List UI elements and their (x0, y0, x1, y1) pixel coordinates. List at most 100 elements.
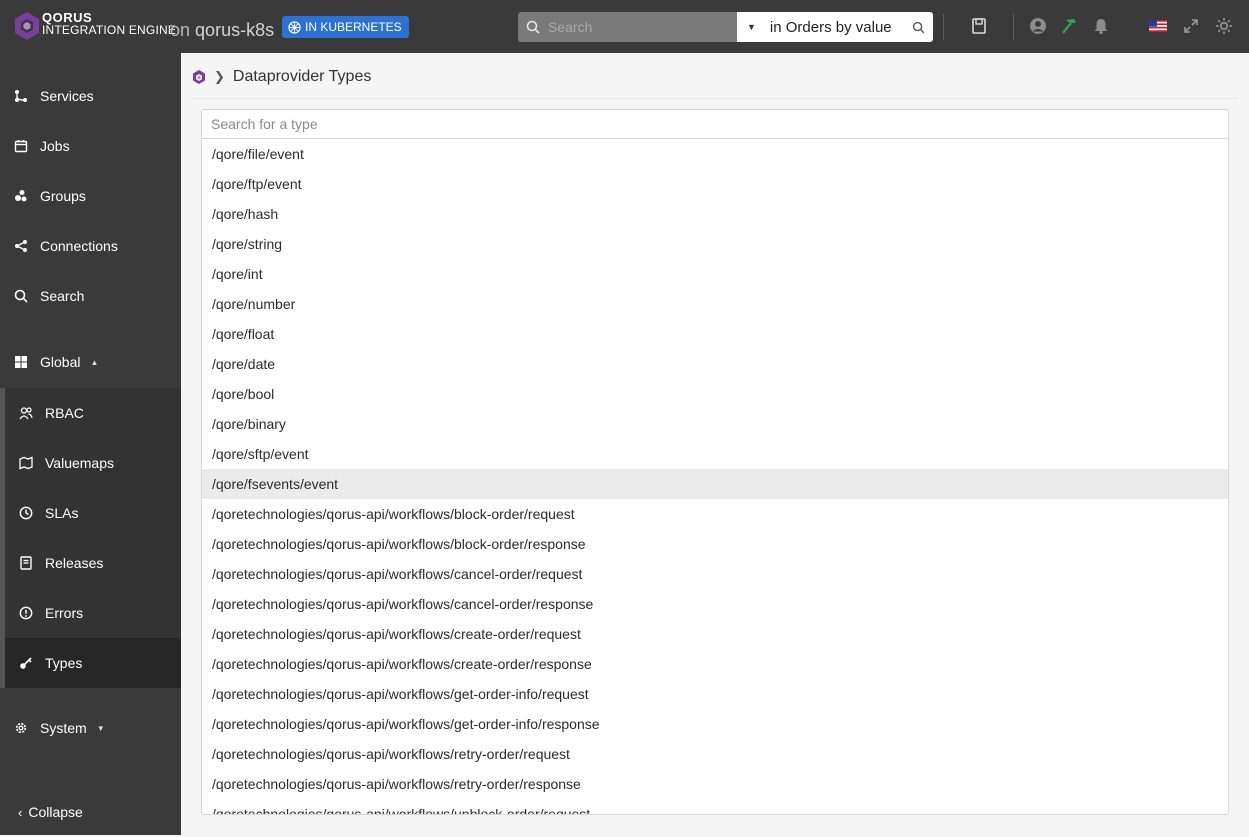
user-icon[interactable] (1029, 17, 1047, 35)
sidebar-item-label: Types (45, 655, 83, 671)
type-list-item[interactable]: /qoretechnologies/qorus-api/workflows/bl… (202, 499, 1228, 529)
book-icon (20, 556, 32, 570)
type-list-item[interactable]: /qore/fsevents/event (202, 469, 1228, 499)
brand[interactable]: QORUS INTEGRATION ENGINE (42, 11, 176, 37)
type-list-item[interactable]: /qore/int (202, 259, 1228, 289)
sidebar-item-label: Services (40, 88, 94, 104)
sidebar: Services Jobs Groups Connections Search (0, 53, 181, 835)
flag-us-icon[interactable] (1149, 17, 1167, 35)
calendar-icon (14, 140, 28, 153)
search-scope-select[interactable]: ▼ in Orders by value (737, 12, 933, 42)
sidebar-item-label: Global (40, 354, 81, 370)
search-input[interactable] (548, 19, 728, 35)
bell-icon[interactable] (1092, 17, 1110, 35)
chevron-right-icon: ❯ (214, 69, 225, 84)
sidebar-item-connections[interactable]: Connections (0, 221, 181, 271)
type-list-item[interactable]: /qoretechnologies/qorus-api/workflows/ge… (202, 679, 1228, 709)
instance-name: qorus-k8s (195, 20, 275, 40)
collapse-label: Collapse (28, 804, 83, 820)
type-list-item[interactable]: /qoretechnologies/qorus-api/workflows/cr… (202, 649, 1228, 679)
main-content: ❯ Dataprovider Types /qore/file/event/qo… (181, 53, 1249, 835)
type-list-item[interactable]: /qoretechnologies/qorus-api/workflows/ge… (202, 709, 1228, 739)
sidebar-item-valuemaps[interactable]: Valuemaps (5, 438, 181, 488)
sidebar-item-label: SLAs (45, 505, 79, 521)
kubernetes-wheel-icon (288, 20, 301, 34)
sidebar-item-services[interactable]: Services (0, 71, 181, 121)
on-label: on (170, 20, 191, 40)
map-icon (19, 456, 33, 470)
type-list-item[interactable]: /qoretechnologies/qorus-api/workflows/re… (202, 739, 1228, 769)
chevron-down-icon: ▼ (747, 22, 756, 32)
toolbar-divider (943, 14, 944, 40)
type-search-input[interactable] (202, 110, 1228, 139)
type-list-item[interactable]: /qore/file/event (202, 139, 1228, 169)
top-bar: QORUS INTEGRATION ENGINE on qorus-k8s IN… (0, 0, 1249, 53)
env-badge-label: IN KUBERNETES (305, 20, 402, 34)
search-icon (526, 20, 540, 34)
people-icon (19, 407, 33, 420)
groups-icon (15, 190, 27, 202)
type-list-item[interactable]: /qoretechnologies/qorus-api/workflows/un… (202, 799, 1228, 814)
dashboard-icon (15, 356, 27, 368)
type-list-item[interactable]: /qore/number (202, 289, 1228, 319)
error-icon (19, 606, 33, 620)
type-list-item[interactable]: /qoretechnologies/qorus-api/workflows/bl… (202, 529, 1228, 559)
type-list-item[interactable]: /qore/bool (202, 379, 1228, 409)
sidebar-item-label: Groups (40, 188, 86, 204)
sidebar-item-rbac[interactable]: RBAC (5, 388, 181, 438)
sidebar-item-global[interactable]: Global ▲ (0, 337, 181, 387)
hammer-icon[interactable] (1059, 17, 1077, 35)
search-scope-label: in Orders by value (769, 18, 892, 36)
chevron-left-icon: ‹ (18, 804, 23, 820)
type-list-item[interactable]: /qore/hash (202, 199, 1228, 229)
sidebar-item-label: RBAC (45, 405, 84, 421)
brand-line2: INTEGRATION ENGINE (42, 23, 177, 37)
home-icon[interactable] (192, 69, 206, 85)
sidebar-item-slas[interactable]: SLAs (5, 488, 181, 538)
services-icon (15, 90, 27, 102)
types-panel: /qore/file/event/qore/ftp/event/qore/has… (201, 109, 1229, 815)
sidebar-item-releases[interactable]: Releases (5, 538, 181, 588)
cog-icon (15, 722, 27, 734)
chevron-down-icon: ▼ (96, 723, 105, 733)
sidebar-item-types[interactable]: Types (5, 638, 181, 688)
save-icon[interactable] (970, 17, 988, 35)
search-field[interactable] (518, 12, 737, 42)
global-search: ▼ in Orders by value (518, 12, 933, 42)
sidebar-item-groups[interactable]: Groups (0, 171, 181, 221)
type-list-item[interactable]: /qoretechnologies/qorus-api/workflows/cr… (202, 619, 1228, 649)
sidebar-item-system[interactable]: System ▼ (0, 703, 181, 753)
breadcrumb: ❯ Dataprovider Types (192, 67, 371, 87)
instance-label: on qorus-k8s (170, 20, 274, 41)
kubernetes-badge: IN KUBERNETES (282, 16, 409, 38)
type-list-item[interactable]: /qore/ftp/event (202, 169, 1228, 199)
type-list-item[interactable]: /qore/date (202, 349, 1228, 379)
connections-icon (15, 240, 27, 252)
collapse-button[interactable]: ‹ Collapse (0, 787, 181, 837)
type-list-item[interactable]: /qoretechnologies/qorus-api/workflows/ca… (202, 559, 1228, 589)
sidebar-item-label: Valuemaps (45, 455, 115, 471)
global-submenu: RBAC Valuemaps SLAs Releases Errors Type… (0, 388, 181, 688)
divider (192, 98, 1237, 99)
type-list-item[interactable]: /qore/sftp/event (202, 439, 1228, 469)
sidebar-item-label: Search (40, 288, 85, 304)
qorus-logo-icon[interactable] (14, 11, 40, 41)
expand-icon[interactable] (1182, 17, 1200, 35)
search-submit-icon[interactable] (912, 21, 925, 34)
sidebar-item-label: Jobs (40, 138, 70, 154)
sidebar-item-errors[interactable]: Errors (5, 588, 181, 638)
type-list: /qore/file/event/qore/ftp/event/qore/has… (202, 139, 1228, 814)
sidebar-item-label: System (40, 720, 87, 736)
type-list-item[interactable]: /qore/string (202, 229, 1228, 259)
type-list-item[interactable]: /qore/float (202, 319, 1228, 349)
sun-icon[interactable] (1215, 17, 1233, 35)
toolbar-divider (1013, 14, 1014, 40)
type-list-item[interactable]: /qore/binary (202, 409, 1228, 439)
sidebar-item-label: Releases (45, 555, 104, 571)
page-title: Dataprovider Types (232, 68, 372, 85)
sidebar-item-jobs[interactable]: Jobs (0, 121, 181, 171)
type-list-item[interactable]: /qoretechnologies/qorus-api/workflows/re… (202, 769, 1228, 799)
type-list-item[interactable]: /qoretechnologies/qorus-api/workflows/ca… (202, 589, 1228, 619)
sidebar-item-search[interactable]: Search (0, 271, 181, 321)
chevron-up-icon: ▲ (90, 357, 99, 367)
